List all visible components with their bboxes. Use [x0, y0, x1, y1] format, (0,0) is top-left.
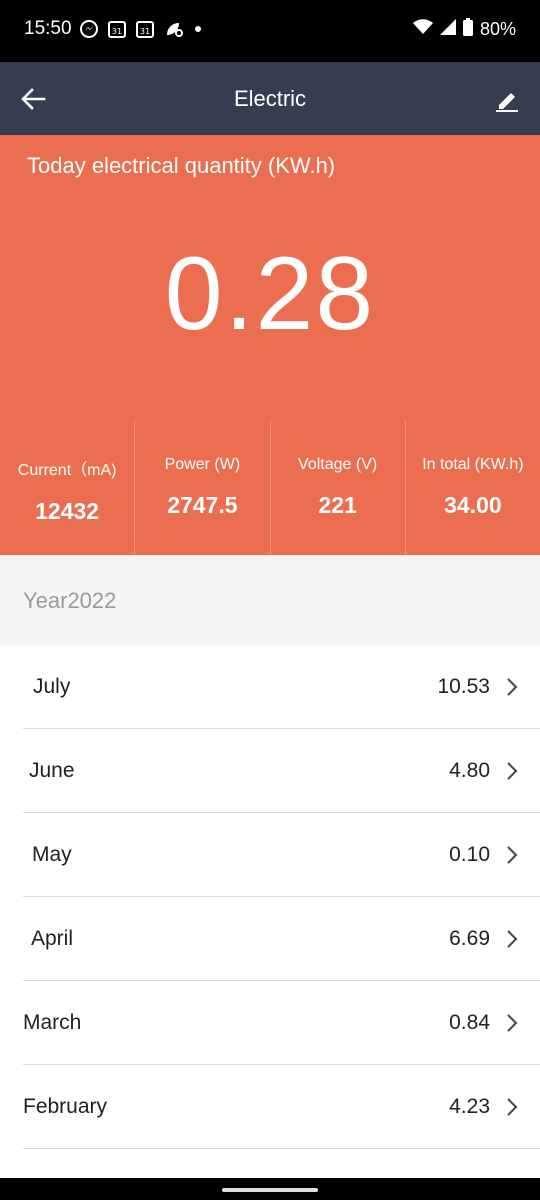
status-bar: 15:50 31 31 80% [0, 0, 540, 62]
calendar-icon: 31 [136, 20, 154, 43]
month-row-april[interactable]: April 6.69 [0, 897, 540, 981]
month-row-may[interactable]: May 0.10 [0, 813, 540, 897]
today-quantity-label: Today electrical quantity (KW.h) [27, 153, 336, 178]
month-name: July [33, 675, 71, 698]
month-list: July 10.53 June 4.80 May 0.10 April 6.69… [0, 645, 540, 1149]
stat-total: In total (KW.h) 34.00 [404, 420, 540, 555]
svg-text:31: 31 [112, 27, 122, 36]
chevron-right-icon [506, 1097, 518, 1122]
today-summary-panel: Today electrical quantity (KW.h) 0.28 Cu… [0, 135, 540, 555]
month-row-february[interactable]: February 4.23 [0, 1065, 540, 1149]
stat-value: 2747.5 [167, 492, 238, 518]
system-nav-bar [0, 1178, 540, 1200]
stat-value: 221 [318, 492, 357, 518]
page-title: Electric [233, 86, 307, 111]
month-value: 0.10 [449, 843, 490, 866]
chevron-right-icon [506, 761, 518, 786]
stat-value: 34.00 [444, 492, 502, 518]
signal-icon [439, 19, 456, 40]
status-right: 80% [412, 18, 516, 41]
chevron-right-icon [506, 677, 518, 702]
month-value: 10.53 [437, 675, 490, 698]
stat-label: Power (W) [164, 456, 241, 473]
app-bar: Electric [0, 62, 540, 135]
stat-power: Power (W) 2747.5 [134, 420, 269, 555]
stat-voltage: Voltage (V) 221 [269, 420, 405, 555]
messenger-icon [80, 20, 98, 43]
month-name: March [23, 1011, 82, 1034]
pencil-icon [496, 93, 518, 112]
stat-label: Current（mA) [17, 462, 117, 479]
month-name: April [31, 927, 74, 950]
notification-icons: 31 31 [80, 20, 202, 43]
month-row-march[interactable]: March 0.84 [0, 981, 540, 1065]
stat-label: In total (KW.h) [422, 456, 524, 473]
svg-text:31: 31 [140, 27, 150, 36]
chevron-right-icon [506, 845, 518, 870]
year-header: Year2022 [0, 555, 540, 645]
today-quantity-value: 0.28 [164, 236, 376, 352]
stat-value: 12432 [35, 498, 100, 524]
stat-current: Current（mA) 12432 [0, 420, 134, 555]
month-name: May [32, 843, 72, 866]
stats-row: Current（mA) 12432 Power (W) 2747.5 Volta… [0, 420, 540, 555]
month-value: 0.84 [449, 1011, 490, 1034]
year-label: Year2022 [23, 588, 117, 613]
month-name: February [23, 1095, 108, 1118]
chevron-right-icon [506, 929, 518, 954]
leaf-icon [164, 20, 184, 43]
month-row-july[interactable]: July 10.53 [0, 645, 540, 729]
month-value: 6.69 [449, 927, 490, 950]
home-gesture-handle[interactable] [222, 1188, 318, 1192]
calendar-icon: 31 [108, 20, 126, 43]
month-row-june[interactable]: June 4.80 [0, 729, 540, 813]
wifi-icon [412, 19, 433, 40]
month-value: 4.23 [449, 1095, 490, 1118]
edit-button[interactable] [494, 86, 520, 117]
battery-percent: 80% [479, 19, 516, 39]
dot-icon [194, 20, 202, 43]
battery-icon [462, 18, 473, 41]
month-value: 4.80 [449, 759, 490, 782]
stat-label: Voltage (V) [298, 456, 378, 473]
chevron-right-icon [506, 1013, 518, 1038]
month-name: June [29, 759, 75, 782]
status-time: 15:50 [24, 18, 72, 39]
